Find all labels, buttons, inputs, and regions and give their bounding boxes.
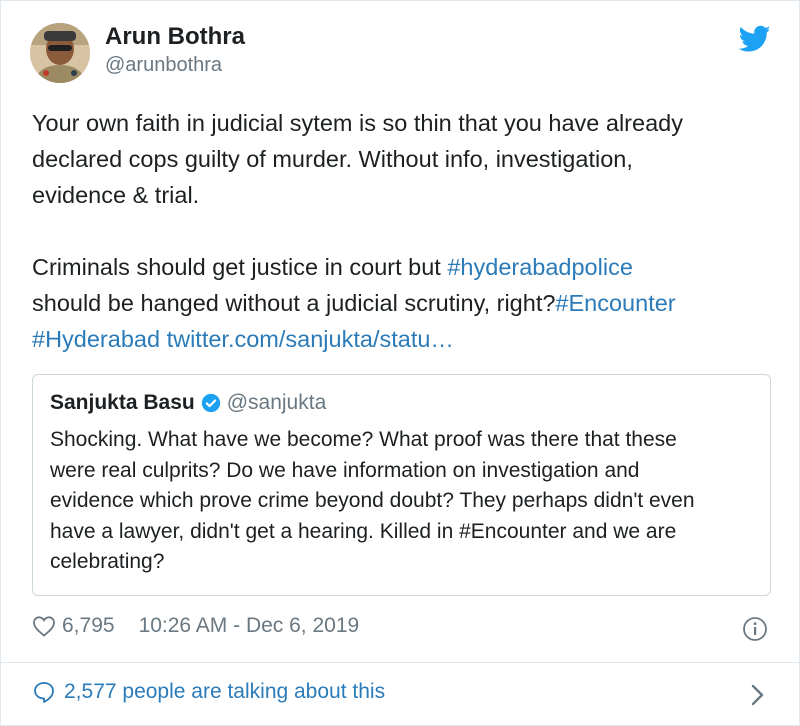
- twitter-bird-icon[interactable]: [739, 25, 771, 53]
- tweet-line: Criminals should get justice in court bu…: [32, 249, 782, 285]
- info-icon[interactable]: [742, 616, 768, 642]
- tweet-line: evidence & trial.: [32, 182, 200, 208]
- author-name[interactable]: Arun Bothra: [105, 23, 245, 51]
- quoted-tweet-text: Shocking. What have we become? What proo…: [50, 425, 760, 578]
- avatar[interactable]: [30, 23, 90, 83]
- tweet-timestamp[interactable]: 10:26 AM - Dec 6, 2019: [139, 614, 360, 638]
- tweet-line: should be hanged without a judicial scru…: [32, 285, 782, 321]
- quoted-tweet[interactable]: Sanjukta Basu @sanjukta Shocking. What h…: [32, 374, 771, 596]
- quoted-line: were real culprits? Do we have informati…: [50, 458, 640, 482]
- quoted-line: evidence which prove crime beyond doubt?…: [50, 489, 695, 512]
- tweet-text: Your own faith in judicial sytem is so t…: [32, 105, 782, 357]
- tweet-text-segment: Criminals should get justice in court bu…: [32, 254, 448, 280]
- embedded-tweet-card: Arun Bothra @arunbothra Your own faith i…: [0, 0, 800, 726]
- conversation-count-text[interactable]: 2,577 people are talking about this: [64, 680, 385, 704]
- author-handle[interactable]: @arunbothra: [105, 54, 222, 77]
- hashtag-hyderabadpolice-link[interactable]: #hyderabadpolice: [447, 254, 633, 280]
- avatar-image: [30, 23, 90, 83]
- comment-bubble-icon: [34, 682, 54, 703]
- quoted-author-name: Sanjukta Basu: [50, 391, 195, 414]
- heart-icon[interactable]: [32, 615, 56, 637]
- chevron-right-icon[interactable]: [749, 682, 767, 708]
- tweet-line: declared cops guilty of murder. Without …: [32, 146, 633, 172]
- divider: [1, 662, 799, 663]
- quoted-line: Shocking. What have we become? What proo…: [50, 428, 677, 451]
- quoted-line: have a lawyer, didn't get a hearing. Kil…: [50, 519, 677, 543]
- quoted-line: celebrating?: [50, 550, 165, 573]
- tweet-text-segment: should be hanged without a judicial scru…: [32, 290, 556, 316]
- quoted-author-handle: @sanjukta: [226, 391, 327, 414]
- quoted-tweet-url-link[interactable]: twitter.com/sanjukta/statu…: [167, 326, 454, 352]
- hashtag-hyderabad-link[interactable]: #Hyderabad: [32, 326, 160, 352]
- quoted-tweet-header: Sanjukta Basu @sanjukta: [50, 391, 326, 415]
- tweet-meta: 6,795 10:26 AM - Dec 6, 2019: [32, 614, 359, 638]
- tweet-line: Your own faith in judicial sytem is so t…: [32, 110, 683, 136]
- hashtag-encounter-link[interactable]: #Encounter: [555, 290, 675, 316]
- conversation-link[interactable]: 2,577 people are talking about this: [32, 680, 385, 704]
- tweet-line: #Hyderabad twitter.com/sanjukta/statu…: [32, 321, 782, 357]
- like-count[interactable]: 6,795: [62, 614, 115, 638]
- verified-badge-icon: [201, 393, 220, 413]
